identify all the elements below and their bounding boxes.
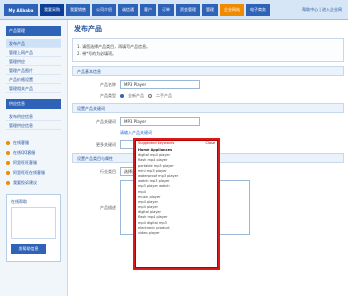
intro-text: 2. 带*号的为必填项。 <box>77 51 117 56</box>
product-type-row: 产品类型 全新产品 二手产品 <box>72 93 344 99</box>
support-title: 在线客服 <box>13 140 29 145</box>
sidebar: 产品管理 发布产品 管理上网产品 管理供应 管理产品图片 产品价格设置 管理相关… <box>0 20 68 296</box>
nav-item[interactable]: 订单 <box>158 4 174 16</box>
sidebar-section-title: 产品管理 <box>6 26 61 36</box>
help-box-title: 在线帮助 <box>11 199 27 204</box>
suggestion-item[interactable]: video player <box>138 231 215 236</box>
top-links[interactable]: 帮助中心 | 进入企业网 <box>302 7 342 13</box>
nav-item[interactable]: 企业网站 <box>220 4 244 16</box>
support-link-row[interactable]: 阿里旺旺在线客服 <box>6 170 61 176</box>
support-link[interactable]: 阿里旺旺在线客服 <box>13 170 45 176</box>
bullet-icon <box>6 151 10 155</box>
nav-item[interactable]: 电子商务 <box>246 4 270 16</box>
section-header: 设置产品关键词 <box>72 103 344 113</box>
help-box: 在线帮助 发帮助信息 <box>6 194 61 262</box>
sidebar-item[interactable]: 管理供应 <box>6 57 61 66</box>
support-link-row[interactable]: 我要投诉建议 <box>6 180 61 186</box>
support-tools: 在线客服 在线QQ客服 阿里旺旺客服 阿里旺旺在线客服 我要投诉建议 <box>6 140 61 186</box>
nav-item[interactable]: 客户 <box>140 4 156 16</box>
nav-item[interactable]: 管理 <box>202 4 218 16</box>
keyword-hint: 请输入产品关键词 <box>120 130 152 135</box>
page-title: 发布产品 <box>74 25 102 33</box>
help-textarea[interactable] <box>11 207 56 239</box>
intro-box: 1. 请您选择产品类目，再填写产品信息。 2. 带*号的为必填项。 <box>72 38 344 62</box>
support-title-row: 在线客服 <box>6 140 61 146</box>
support-link[interactable]: 在线QQ客服 <box>13 150 35 156</box>
bullet-icon <box>6 171 10 175</box>
dropdown-close-link[interactable]: Close <box>205 141 215 147</box>
description-label: 产品描述 <box>100 204 116 210</box>
keyword-suggestion-dropdown: Suggested keywords Close Home Appliances… <box>133 138 220 270</box>
product-name-input[interactable]: MP3 Player <box>120 80 200 89</box>
keyword-input[interactable]: MP3 Player <box>120 117 200 126</box>
nav-item[interactable]: 我要采购 <box>40 4 64 16</box>
product-type-label: 产品类型 <box>100 93 116 98</box>
category-label: 行业类目 <box>100 168 116 174</box>
keyword-label: 产品关键词 <box>96 118 116 124</box>
intro-text: 1. 请您选择产品类目，再填写产品信息。 <box>77 44 151 49</box>
bullet-icon <box>6 161 10 165</box>
nav-item[interactable]: 诚信通 <box>118 4 138 16</box>
dropdown-header: Suggested keywords Close <box>135 140 218 148</box>
support-link-row[interactable]: 阿里旺旺客服 <box>6 160 61 166</box>
sidebar-item[interactable]: 产品价格设置 <box>6 75 61 84</box>
keyword-row: 产品关键词 MP3 Player <box>72 117 344 126</box>
bullet-icon <box>6 181 10 185</box>
product-type-new-label: 全新产品 <box>128 93 144 98</box>
sidebar-item[interactable]: 管理产品图片 <box>6 66 61 75</box>
dropdown-title: Suggested keywords <box>138 141 175 145</box>
nav-item[interactable]: 资金管理 <box>176 4 200 16</box>
nav-item[interactable]: 公司介绍 <box>92 4 116 16</box>
sidebar-section-title: 供应信息 <box>6 99 61 109</box>
bullet-icon <box>6 141 10 145</box>
sidebar-item[interactable]: 管理相关产品 <box>6 84 61 93</box>
dropdown-list: Home Appliances digital mp4 player flash… <box>135 148 218 236</box>
product-name-row: 产品名称 MP3 Player <box>72 80 344 89</box>
product-name-label: 产品名称 <box>100 81 116 87</box>
nav-item[interactable]: 我要销售 <box>66 4 90 16</box>
more-keywords-label: 更多关键词 <box>96 141 116 147</box>
product-type-used-radio[interactable] <box>148 94 152 98</box>
product-type-new-radio[interactable] <box>120 94 124 98</box>
sidebar-item[interactable]: 发布产品 <box>6 39 61 48</box>
support-link-row[interactable]: 在线QQ客服 <box>6 150 61 156</box>
keyword-hint-row: 请输入产品关键词 <box>72 130 344 136</box>
help-submit-button[interactable]: 发帮助信息 <box>11 244 46 254</box>
brand-logo[interactable]: My Alibaba <box>4 4 38 16</box>
section-header: 产品基本信息 <box>72 66 344 76</box>
support-link[interactable]: 阿里旺旺客服 <box>13 160 37 166</box>
sidebar-item[interactable]: 管理供应信息 <box>6 121 61 130</box>
support-link[interactable]: 我要投诉建议 <box>13 180 37 186</box>
sidebar-item[interactable]: 管理上网产品 <box>6 48 61 57</box>
top-bar: My Alibaba 我要采购 我要销售 公司介绍 诚信通 客户 订单 资金管理… <box>0 0 348 20</box>
main-nav: 我要采购 我要销售 公司介绍 诚信通 客户 订单 资金管理 管理 企业网站 电子… <box>40 4 270 16</box>
sidebar-item[interactable]: 发布供应信息 <box>6 112 61 121</box>
product-type-used-label: 二手产品 <box>156 93 172 98</box>
